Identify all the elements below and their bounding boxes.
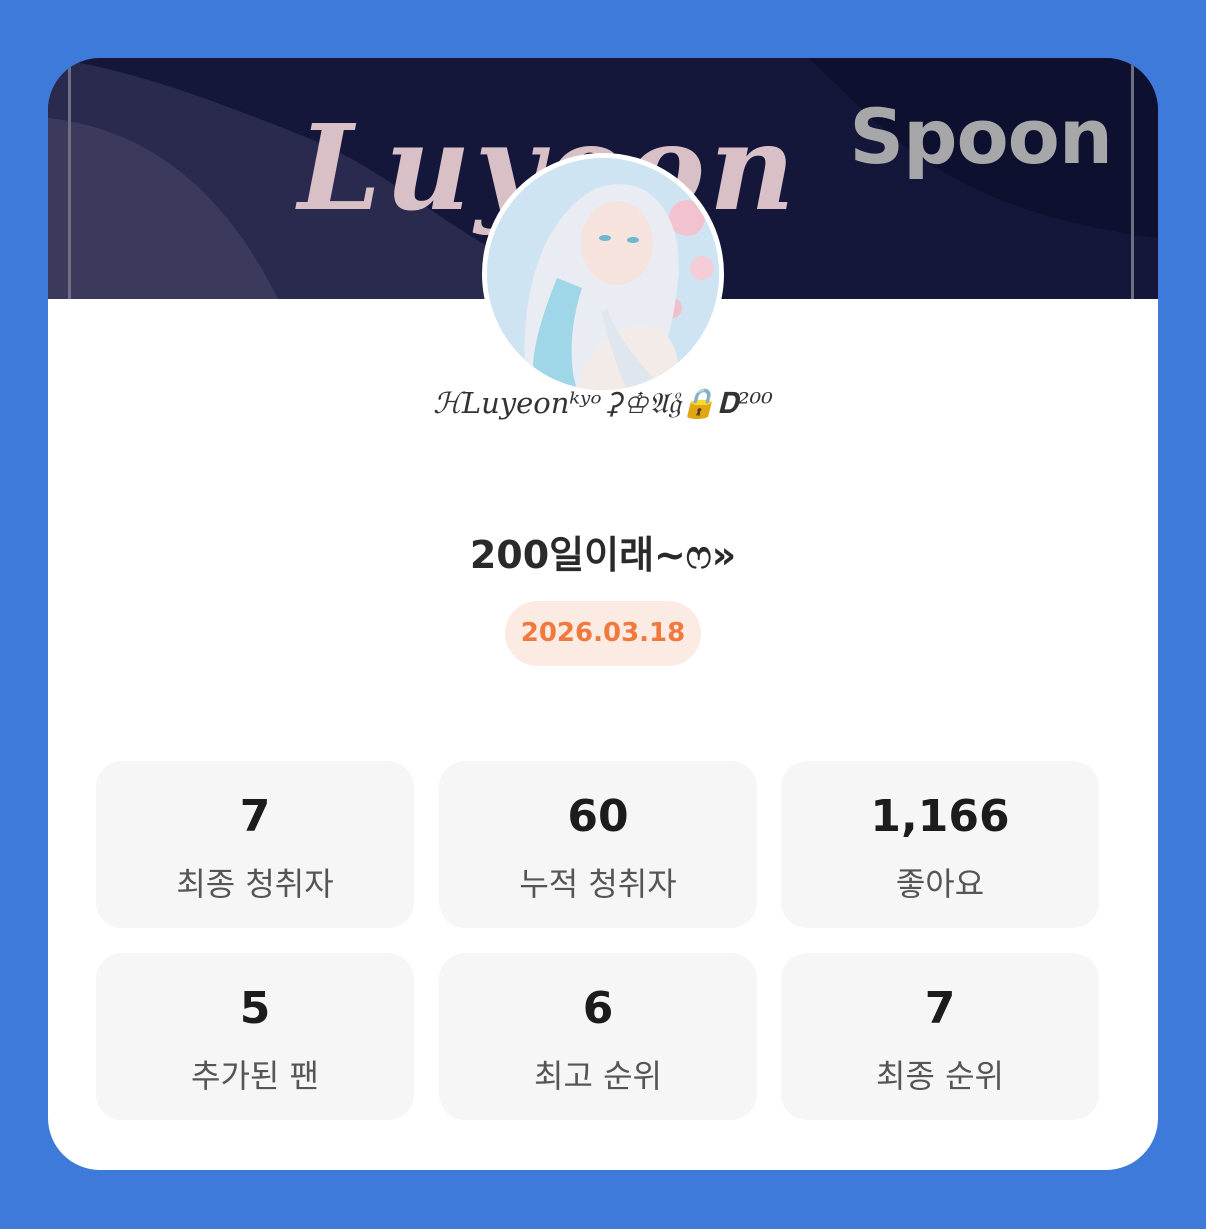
stat-label: 좋아요 [895,865,985,903]
stat-label: 최종 청취자 [176,865,334,903]
stat-value: 60 [567,791,629,842]
stat-value: 1,166 [870,791,1010,842]
banner-edge-right [1131,58,1134,299]
live-title: 200일이래~ෆ» [469,533,737,577]
stat-total-listeners: 60 누적 청취자 [439,761,757,928]
stat-best-rank: 6 최고 순위 [439,953,757,1120]
spoon-logo: Spoon [849,92,1113,181]
banner-edge-left [68,58,71,299]
stat-final-listeners: 7 최종 청취자 [96,761,414,928]
stat-value: 6 [582,983,614,1034]
nickname: ℋLuyeonᵏʸᵒ⚳♔𝔄𝔤ͦ🔒𝐃²⁰⁰ [433,386,773,420]
stat-value: 5 [239,983,271,1034]
avatar[interactable] [482,153,724,395]
date-badge: 2026.03.18 [505,601,701,666]
summary-card: Luyeon Spoon ℋLuyeonᵏʸᵒ⚳♔𝔄𝔤ͦ🔒𝐃²⁰⁰ 200일이래… [48,58,1158,1170]
stat-added-fans: 5 추가된 팬 [96,953,414,1120]
stat-label: 최고 순위 [534,1057,662,1095]
avatar-image [487,158,719,390]
stat-likes: 1,166 좋아요 [781,761,1099,928]
stat-final-rank: 7 최종 순위 [781,953,1099,1120]
stat-label: 최종 순위 [876,1057,1004,1095]
stat-label: 누적 청취자 [519,865,677,903]
stat-value: 7 [239,791,271,842]
stat-label: 추가된 팬 [191,1057,319,1095]
stat-value: 7 [924,983,956,1034]
